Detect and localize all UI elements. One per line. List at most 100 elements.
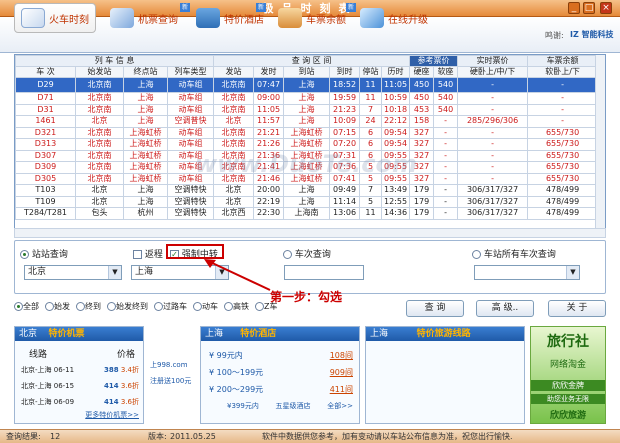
hotel-range: ¥ 99元内: [209, 351, 243, 360]
table-cell: -: [433, 161, 459, 174]
hotel-row[interactable]: ¥ 100～199元 909间: [209, 364, 353, 381]
table-cell: 22:12: [381, 115, 411, 128]
filter-option[interactable]: 动车: [193, 301, 218, 312]
train-icon: [21, 8, 45, 28]
about-button[interactable]: 关 于: [548, 300, 606, 317]
column-header[interactable]: 发站: [213, 66, 255, 78]
column-header[interactable]: 软卧上/下: [527, 66, 599, 78]
table-row[interactable]: T109 北京 上海 空调特快 北京 22:19 上海 11:14 5 12:55 179-306/…: [15, 195, 599, 208]
status-bar: 查询结果: 12 版本: 2011.05.25 软件中数据供您参考，加有变动请以…: [0, 429, 620, 443]
column-header[interactable]: 停站: [359, 66, 383, 78]
flight-price-wrap: 414 3.6折: [104, 397, 139, 407]
flight-row[interactable]: 北京-上海 06-11 388 3.4折: [15, 362, 143, 378]
filter-option[interactable]: Z车: [255, 301, 277, 312]
return-checkbox[interactable]: 返程: [133, 247, 163, 260]
promo-panel[interactable]: 上998.com 注册送100元: [150, 330, 196, 410]
train-query-option[interactable]: 车次查询: [283, 247, 331, 260]
table-cell: 478/499: [527, 207, 599, 220]
table-cell: 动车组: [166, 126, 215, 139]
hotel-link-1[interactable]: ¥399元内: [227, 401, 259, 411]
hotel-row[interactable]: ¥ 99元内 108间: [209, 347, 353, 364]
query-button[interactable]: 查 询: [406, 300, 464, 317]
table-cell: 上海虹桥: [123, 138, 168, 151]
horizontal-scrollbar[interactable]: [14, 228, 606, 238]
table-cell: 动车组: [166, 138, 215, 151]
table-cell: 450: [409, 77, 435, 93]
table-row[interactable]: 1461 北京 上海 空调普快 北京 11:57 上海 10:09 24 22:12 158-285…: [15, 115, 599, 128]
tab-flight[interactable]: 机票查询 新: [104, 3, 194, 33]
column-header[interactable]: 历时: [381, 66, 411, 78]
flight-row[interactable]: 北京-上海 06-15 414 3.6折: [15, 378, 143, 394]
tab-train-schedule[interactable]: 火车时刻: [14, 3, 96, 33]
filter-option[interactable]: 过路车: [154, 301, 187, 312]
table-cell: 上海虹桥: [123, 161, 168, 174]
checkbox-icon: [133, 250, 142, 259]
table-row[interactable]: D321 北京南 上海虹桥 动车组 北京南 21:21 上海虹桥 07:15 6 09:54 327…: [15, 126, 599, 139]
table-cell: 上海南: [283, 207, 331, 220]
version-value: 2011.05.25: [170, 432, 216, 441]
flight-route: 北京-上海 06-11: [21, 366, 75, 374]
filter-option[interactable]: 终到: [76, 301, 101, 312]
tab-hotel[interactable]: 特价酒店 新: [190, 3, 270, 33]
more-flights-link[interactable]: 更多特价机票>>: [15, 410, 143, 420]
radio-icon: [193, 302, 202, 311]
flight-price: 414: [104, 398, 119, 406]
table-cell: 18:52: [329, 77, 361, 93]
filter-option[interactable]: 始发终到: [107, 301, 148, 312]
filter-option[interactable]: 全部: [14, 301, 39, 312]
travel-agency-ad[interactable]: 旅行社 网络淘金 欣欣金牌 助您业务无限 欣欣旅游: [530, 326, 606, 424]
column-header[interactable]: 硬卧上/中/下: [457, 66, 529, 78]
advanced-button[interactable]: 高 级..: [476, 300, 534, 317]
minimize-button[interactable]: _: [568, 2, 580, 14]
table-row[interactable]: D71 北京南 上海 动车组 北京南 09:00 上海 19:59 11 10:59 450 540-…: [15, 92, 599, 105]
travel-badge-1: 欣欣金牌: [531, 380, 605, 391]
flight-price: 414: [104, 382, 119, 390]
table-cell: 6: [359, 126, 383, 139]
table-cell: 20:00: [253, 184, 285, 197]
table-cell: 22:30: [253, 207, 285, 220]
table-row[interactable]: T103 北京 上海 空调特快 北京 20:00 上海 09:49 7 13:49 179-306/…: [15, 184, 599, 197]
train-number-input[interactable]: [284, 265, 364, 280]
column-header[interactable]: 硬座: [409, 66, 435, 78]
flight-row[interactable]: 北京-上海 06-09 414 3.6折: [15, 394, 143, 410]
filter-option-label: 过路车: [163, 302, 187, 311]
table-cell: 杭州: [123, 207, 168, 220]
table-row[interactable]: D31 北京南 上海 动车组 北京南 11:05 上海 21:23 7 10:18 453 540- -: [15, 103, 599, 116]
hotel-link-2[interactable]: 五星级酒店: [276, 401, 311, 411]
all-trains-label: 车站所有车次查询: [483, 250, 556, 260]
maximize-button[interactable]: □: [583, 2, 595, 14]
hotel-row[interactable]: ¥ 200～299元 411间: [209, 381, 353, 398]
hotel-ad-title: 特价酒店: [240, 329, 277, 339]
column-header[interactable]: 始发站: [75, 66, 124, 78]
from-station-select[interactable]: 北京 ▼: [24, 265, 122, 280]
table-cell: -: [433, 115, 459, 128]
column-header[interactable]: 列车类型: [166, 66, 215, 78]
column-header[interactable]: 到站: [283, 66, 331, 78]
table-cell: 上海: [283, 184, 331, 197]
tab-upgrade[interactable]: 在线升级: [354, 3, 434, 33]
filter-option[interactable]: 高铁: [224, 301, 249, 312]
tab-ticket-balance[interactable]: 车票余额 新: [272, 3, 362, 33]
table-row[interactable]: D29 北京南 上海 动车组 北京南 07:47 上海 18:52 11 11:05 450 540-…: [15, 77, 599, 93]
radio-icon: [154, 302, 163, 311]
table-row[interactable]: D313 北京南 上海虹桥 动车组 北京南 21:26 上海虹桥 07:20 6 09:54 327…: [15, 138, 599, 151]
column-header[interactable]: 软座: [433, 66, 459, 78]
all-trains-option[interactable]: 车站所有车次查询: [472, 247, 556, 260]
column-header[interactable]: 到时: [329, 66, 361, 78]
column-header[interactable]: 发时: [253, 66, 285, 78]
table-cell: 12:55: [381, 195, 411, 208]
all-hotels-link[interactable]: 全部>>: [327, 401, 353, 411]
station-select[interactable]: ▼: [474, 265, 580, 280]
table-cell: 上海: [283, 77, 331, 93]
vertical-scrollbar[interactable]: [595, 55, 605, 237]
table-row[interactable]: T284/T281 包头 杭州 空调特快 北京西 22:30 上海南 13:06 11 14:36…: [15, 207, 599, 220]
filter-option-label: 始发终到: [116, 302, 148, 311]
close-button[interactable]: ×: [600, 2, 612, 14]
filter-option[interactable]: 始发: [45, 301, 70, 312]
hotel-city: 上海: [205, 329, 224, 339]
column-header[interactable]: 终点站: [123, 66, 168, 78]
station-query-option[interactable]: 站站查询: [20, 247, 68, 260]
column-header[interactable]: 车 次: [15, 66, 76, 78]
travel-sub: 网络淘金: [549, 360, 586, 370]
table-cell: 北京南: [75, 161, 124, 174]
